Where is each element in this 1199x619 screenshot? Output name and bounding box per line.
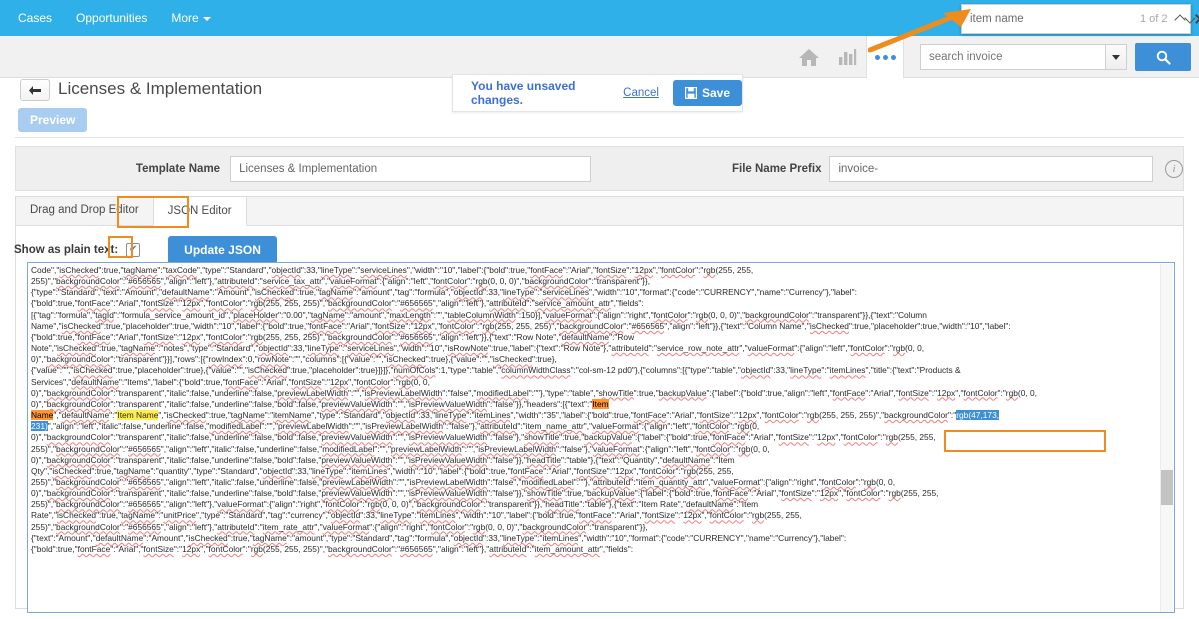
plain-text-checkbox[interactable]: [126, 243, 141, 257]
template-name-input[interactable]: [230, 155, 591, 182]
tab-label: JSON Editor: [167, 205, 232, 217]
chevron-down-icon: [1112, 54, 1120, 60]
back-button[interactable]: [20, 79, 50, 101]
template-fields-panel: Template Name File Name Prefix i: [15, 146, 1184, 191]
find-input[interactable]: [962, 13, 1132, 25]
tab-drag-and-drop-editor[interactable]: Drag and Drop Editor: [16, 195, 153, 225]
invoice-search-dropdown[interactable]: [1105, 44, 1127, 70]
plain-text-row: Show as plain text: Update JSON: [14, 236, 277, 264]
bar-chart-icon: [839, 49, 857, 65]
unsaved-changes-toast: You have unsaved changes. Cancel Save: [452, 74, 743, 112]
nav-item-cases[interactable]: Cases: [6, 0, 64, 36]
nav-item-more[interactable]: More: [159, 0, 222, 36]
secondary-toolbar: [0, 36, 1199, 78]
reports-button[interactable]: [828, 36, 866, 78]
annotation-arrow-icon: [868, 9, 971, 53]
page-root: Cases Opportunities More 1 of 2: [0, 0, 1199, 619]
find-next-button[interactable]: [1185, 5, 1194, 33]
cancel-link[interactable]: Cancel: [623, 87, 659, 99]
save-button-label: Save: [701, 86, 730, 100]
tab-label: Drag and Drop Editor: [30, 204, 139, 216]
chevron-up-icon: [1176, 15, 1185, 24]
nav-item-opportunities[interactable]: Opportunities: [64, 0, 159, 36]
update-json-button[interactable]: Update JSON: [168, 236, 277, 264]
json-textarea[interactable]: Code","isChecked":true,"tagName":"taxCod…: [27, 262, 1175, 613]
file-name-prefix-input[interactable]: [829, 155, 1154, 182]
preview-button[interactable]: Preview: [18, 108, 88, 132]
template-name-label: Template Name: [135, 162, 221, 175]
page-title: Licenses & Implementation: [58, 79, 263, 98]
unsaved-changes-message: You have unsaved changes.: [471, 79, 576, 107]
json-scrollbar-thumb[interactable]: [1161, 470, 1173, 505]
invoice-search-button[interactable]: [1135, 43, 1191, 71]
find-match-count: 1 of 2: [1140, 13, 1168, 25]
back-arrow-icon: [29, 86, 41, 95]
editor-tabstrip: Drag and Drop Editor JSON Editor: [15, 196, 1184, 226]
save-button[interactable]: Save: [672, 80, 742, 106]
tab-json-editor[interactable]: JSON Editor: [152, 196, 247, 226]
search-icon: [1156, 50, 1171, 65]
home-button[interactable]: [790, 36, 828, 78]
json-content[interactable]: Code","isChecked":true,"tagName":"taxCod…: [31, 265, 1159, 555]
close-icon: [1194, 13, 1199, 25]
toolbar-right-group: [790, 36, 1191, 78]
find-prev-button[interactable]: [1176, 5, 1185, 33]
plain-text-label: Show as plain text:: [14, 244, 119, 256]
chevron-down-icon: [202, 16, 211, 21]
nav-item-label: Opportunities: [76, 11, 148, 25]
json-scrollbar-track[interactable]: [1160, 264, 1173, 612]
nav-item-label: Cases: [18, 11, 53, 25]
find-close-button[interactable]: [1194, 5, 1199, 33]
info-icon[interactable]: i: [1165, 159, 1183, 178]
nav-item-label: More: [171, 11, 199, 25]
header-divider: [15, 137, 1184, 138]
three-dots-icon: [874, 54, 896, 60]
chevron-down-icon: [1185, 15, 1194, 24]
home-icon: [799, 49, 819, 66]
floppy-disk-icon: [684, 87, 697, 99]
browser-find-bar: 1 of 2: [961, 4, 1191, 34]
file-name-prefix-label: File Name Prefix: [731, 162, 822, 175]
